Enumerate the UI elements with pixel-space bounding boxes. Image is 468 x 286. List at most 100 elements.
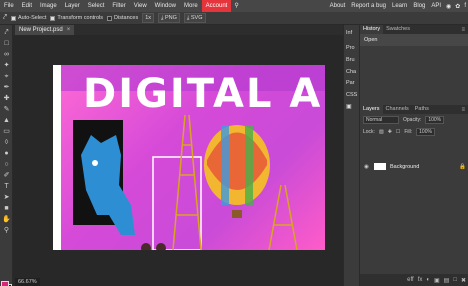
transform-controls-checkbox[interactable]: Transform controls	[50, 15, 103, 21]
strip-css[interactable]: CSS	[346, 92, 357, 98]
menu-edit[interactable]: Edit	[18, 0, 36, 12]
move-tool-icon: ⤤	[3, 14, 7, 21]
shape-tool-icon[interactable]: ■	[2, 204, 11, 213]
marquee-tool-icon[interactable]: □	[2, 39, 11, 48]
lock-all-icon[interactable]: ☐	[396, 129, 400, 135]
reddit-icon[interactable]: ◉	[444, 3, 453, 10]
mask-icon[interactable]: ▣	[434, 277, 440, 284]
strip-character[interactable]: Cha	[346, 69, 356, 75]
hand-tool-icon[interactable]: ✋	[2, 215, 11, 224]
layer-blend-row: Normal Opacity: 100%	[360, 114, 468, 126]
layers-footer: eff fx ◐ ▣ ▤ □ ✖	[360, 274, 468, 286]
menu-account[interactable]: Account	[201, 0, 232, 12]
artwork-title: DIGITAL ART	[83, 71, 325, 117]
menu-left: File Edit Image Layer Select Filter View…	[0, 0, 242, 12]
brush-tool-icon[interactable]: ✎	[2, 105, 11, 114]
panel-menu-icon[interactable]: ≡	[461, 27, 465, 33]
menu-about[interactable]: About	[327, 0, 349, 12]
canvas[interactable]: DIGITAL ART	[53, 65, 325, 250]
menu-filter[interactable]: Filter	[108, 0, 129, 12]
strip-paragraph[interactable]: Par	[346, 80, 355, 86]
auto-select-label: Auto-Select	[17, 15, 47, 21]
eyedropper-icon[interactable]: ✒	[2, 83, 11, 92]
zoom-dropdown[interactable]: 1x	[142, 13, 155, 23]
tab-history[interactable]: History	[360, 25, 384, 34]
menu-image[interactable]: Image	[36, 0, 61, 12]
menu-select[interactable]: Select	[84, 0, 109, 12]
auto-select-checkbox[interactable]: Auto-Select	[10, 15, 47, 21]
tab-channels[interactable]: Channels	[383, 105, 412, 114]
link-layers-icon[interactable]: eff	[407, 277, 414, 283]
clone-stamp-icon[interactable]: ▲	[2, 116, 11, 125]
adjustment-icon[interactable]: ◐	[426, 277, 430, 283]
blend-mode-select[interactable]: Normal	[363, 116, 399, 124]
eye-icon[interactable]: ◉	[364, 164, 372, 170]
document-tab[interactable]: New Project.psd ×	[15, 25, 75, 35]
menu-file[interactable]: File	[0, 0, 18, 12]
export-png-button[interactable]: ⤓ PNG	[158, 13, 180, 23]
twitter-icon[interactable]: ✿	[453, 3, 462, 10]
close-icon[interactable]: ×	[67, 27, 71, 33]
type-tool-icon[interactable]: T	[2, 182, 11, 191]
blur-tool-icon[interactable]: ●	[2, 149, 11, 158]
paint-bucket-icon[interactable]: ◊	[2, 138, 11, 147]
lock-pixels-icon[interactable]: ▧	[379, 129, 384, 135]
workspace: DIGITAL ART 66.67%	[13, 35, 343, 286]
distances-label: Distances	[114, 15, 139, 21]
strip-brush[interactable]: Bru	[346, 57, 355, 63]
opacity-input[interactable]: 100%	[425, 116, 445, 124]
layer-row[interactable]: ◉ Background 🔒	[360, 162, 468, 171]
strip-info[interactable]: Inf	[346, 30, 352, 36]
right-panels: History Swatches ≡ Open Layers Channels …	[359, 25, 468, 286]
lock-icon: 🔒	[459, 163, 466, 170]
eraser-tool-icon[interactable]: ▭	[2, 127, 11, 136]
distances-checkbox[interactable]: Distances	[107, 15, 138, 21]
artwork-image: DIGITAL ART	[61, 65, 325, 250]
path-select-icon[interactable]: ➤	[2, 193, 11, 202]
layer-name: Background	[390, 163, 420, 170]
magic-wand-icon[interactable]: ✦	[2, 61, 11, 70]
options-bar: ⤤ Auto-Select Transform controls Distanc…	[0, 12, 468, 25]
tab-paths[interactable]: Paths	[412, 105, 432, 114]
tab-layers[interactable]: Layers	[360, 105, 383, 114]
folder-icon[interactable]: ▤	[444, 277, 450, 284]
document-tab-bar: New Project.psd ×	[13, 25, 343, 35]
menu-more[interactable]: More	[180, 0, 202, 12]
new-layer-icon[interactable]: □	[453, 277, 457, 283]
export-svg-button[interactable]: ⤓ SVG	[183, 13, 206, 23]
menu-layer[interactable]: Layer	[61, 0, 84, 12]
menu-blog[interactable]: Blog	[410, 0, 428, 12]
strip-properties[interactable]: Pro	[346, 45, 355, 51]
svg-label: SVG	[190, 15, 203, 21]
history-item[interactable]: Open	[360, 34, 468, 46]
history-panel-header: History Swatches ≡	[360, 25, 468, 34]
fill-input[interactable]: 100%	[416, 128, 435, 136]
search-icon[interactable]: ⚲	[231, 0, 241, 12]
zoom-level[interactable]: 66.67%	[15, 278, 40, 286]
history-list: Open	[360, 34, 468, 105]
zoom-tool-icon[interactable]: ⚲	[2, 226, 11, 235]
opacity-label: Opacity:	[403, 117, 422, 123]
tool-bar: ⤤ □ ∞ ✦ ⌖ ✒ ✚ ✎ ▲ ▭ ◊ ● ○ ✐ T ➤ ■ ✋ ⚲	[0, 25, 13, 286]
crop-tool-icon[interactable]: ⌖	[2, 72, 11, 81]
menu-report-bug[interactable]: Report a bug	[348, 0, 389, 12]
foreground-color-swatch[interactable]	[1, 281, 9, 286]
menu-window[interactable]: Window	[151, 0, 180, 12]
pen-tool-icon[interactable]: ✐	[2, 171, 11, 180]
lock-move-icon[interactable]: ✚	[388, 129, 392, 135]
healing-brush-icon[interactable]: ✚	[2, 94, 11, 103]
facebook-icon[interactable]: f	[462, 3, 468, 9]
panel-menu-icon[interactable]: ≡	[461, 107, 465, 113]
menu-view[interactable]: View	[130, 0, 151, 12]
lasso-tool-icon[interactable]: ∞	[2, 50, 11, 59]
tab-swatches[interactable]: Swatches	[383, 25, 413, 34]
image-icon[interactable]: ▣	[346, 103, 352, 110]
document-tab-label: New Project.psd	[19, 27, 63, 33]
menu-learn[interactable]: Learn	[389, 0, 410, 12]
dodge-tool-icon[interactable]: ○	[2, 160, 11, 169]
move-tool-icon[interactable]: ⤤	[2, 28, 11, 37]
effects-icon[interactable]: fx	[418, 277, 423, 283]
menu-api[interactable]: API	[428, 0, 444, 12]
lock-label: Lock:	[363, 129, 375, 135]
trash-icon[interactable]: ✖	[461, 277, 466, 284]
